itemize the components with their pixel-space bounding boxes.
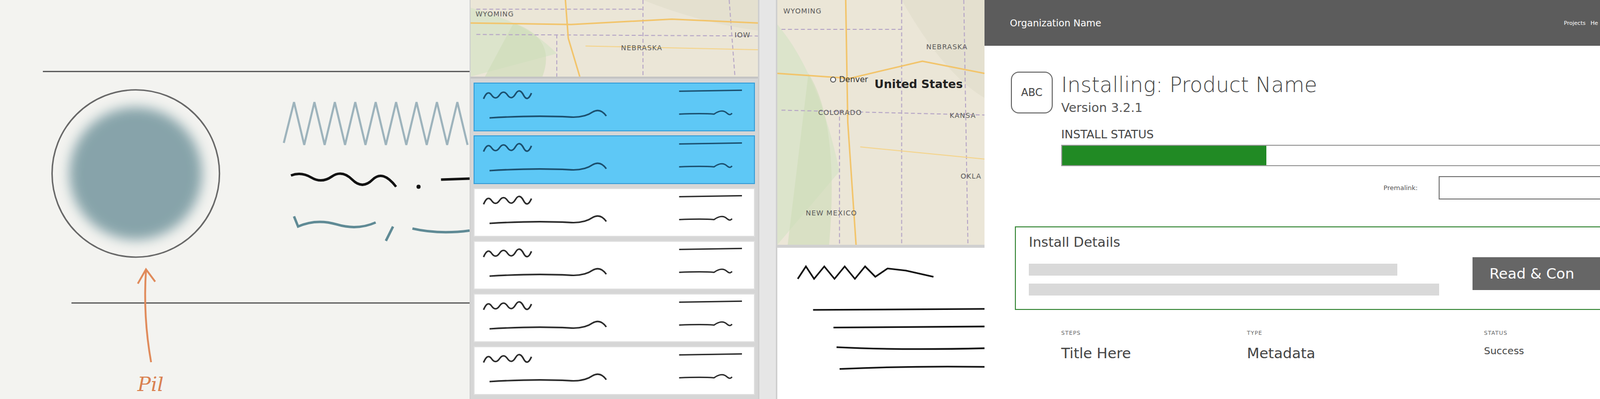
permalink-row: Premalink:	[1061, 176, 1600, 200]
details-title: Install Details	[1028, 234, 1440, 250]
progress-fill	[1062, 145, 1267, 166]
version-label: Version 3.2.1	[1061, 100, 1318, 116]
map-state-label: NEW MEXICO	[805, 209, 858, 218]
sketch-scribble-icon	[474, 189, 754, 237]
pill-sketch-icon	[0, 0, 470, 399]
sketch-scribble-icon	[474, 83, 754, 131]
map-state-label: WYOMING	[475, 9, 514, 18]
table-cell: Success	[1483, 345, 1600, 363]
map-city-label: Denver	[830, 74, 868, 85]
list-item[interactable]	[473, 188, 755, 238]
permalink-field[interactable]	[1438, 176, 1600, 200]
map[interactable]: WYOMING NEBRASKA Denver United States COLORA…	[777, 0, 985, 246]
column-header: STATUS	[1483, 330, 1600, 337]
map-state-label: KANSA	[949, 111, 977, 120]
list-item[interactable]	[473, 293, 755, 343]
sketch-list	[470, 76, 758, 399]
note-scribble-icon	[777, 247, 985, 399]
sketch-scribble-icon	[474, 136, 754, 184]
product-logo: ABC	[1010, 71, 1053, 114]
sketch-annotation: Pil	[137, 372, 164, 397]
sketch-note	[777, 245, 985, 399]
list-item[interactable]	[473, 346, 755, 396]
status-label: INSTALL STATUS	[1061, 127, 1600, 141]
permalink-label: Premalink:	[1383, 184, 1418, 192]
column-header: STEPS	[1061, 330, 1247, 337]
map-country-label: United States	[874, 77, 963, 91]
sketch-canvas[interactable]: Pil	[0, 0, 470, 399]
map-state-label: OKLA	[960, 172, 982, 181]
map-state-label: WYOMING	[783, 6, 822, 15]
steps-table: STEPSTYPESTATUS Title HereMetadataSuccess	[1061, 330, 1600, 363]
mockup-collage: Pil WYOMING NEBRASKA IOW WYOMING NEBRASKA Denv…	[0, 0, 1600, 399]
map-state-label: IOW	[734, 30, 751, 39]
details-content: Install Details	[1028, 234, 1440, 303]
sketch-scribble-icon	[474, 347, 754, 395]
sketch-scribble-icon	[474, 242, 754, 289]
title-block: Installing: Product Name Version 3.2.1	[1061, 71, 1318, 116]
top-nav: Projects He	[1564, 19, 1599, 27]
list-item[interactable]	[473, 82, 755, 132]
placeholder-line	[1028, 283, 1440, 296]
list-item[interactable]	[473, 135, 755, 185]
nav-link[interactable]: He	[1590, 19, 1599, 27]
map-state-label: NEBRASKA	[926, 42, 968, 51]
install-details: Install Details Read & Con	[1014, 226, 1600, 311]
list-panel: WYOMING NEBRASKA IOW	[469, 0, 758, 399]
panel-divider	[757, 0, 778, 399]
nav-link[interactable]: Projects	[1564, 19, 1586, 27]
map-terrain-icon	[777, 0, 985, 246]
progress-bar	[1061, 144, 1600, 167]
map-state-label: COLORADO	[818, 108, 862, 117]
placeholder-line	[1028, 263, 1398, 276]
install-title: Installing: Product Name	[1061, 73, 1318, 97]
top-bar: Organization Name Projects He	[984, 0, 1600, 46]
map[interactable]: WYOMING NEBRASKA IOW	[470, 0, 758, 77]
table-cell: Title Here	[1061, 345, 1247, 363]
installer-body: ABC Installing: Product Name Version 3.2.1…	[984, 45, 1600, 363]
organization-name[interactable]: Organization Name	[1009, 17, 1102, 29]
map-state-label: NEBRASKA	[620, 43, 663, 52]
map-panel: WYOMING NEBRASKA Denver United States COLORA…	[777, 0, 985, 399]
install-status: INSTALL STATUS Premalink:	[1061, 115, 1600, 200]
sketch-scribble-icon	[474, 294, 754, 342]
list-item[interactable]	[473, 241, 755, 290]
table-cell: Metadata	[1246, 345, 1484, 363]
title-row: ABC Installing: Product Name Version 3.2.1	[1010, 71, 1600, 116]
column-header: TYPE	[1246, 330, 1484, 337]
read-button[interactable]: Read & Con	[1472, 257, 1600, 291]
installer-page: Organization NameProjectsHeABCInstalling…	[984, 0, 1600, 399]
city-marker-icon	[830, 76, 837, 83]
